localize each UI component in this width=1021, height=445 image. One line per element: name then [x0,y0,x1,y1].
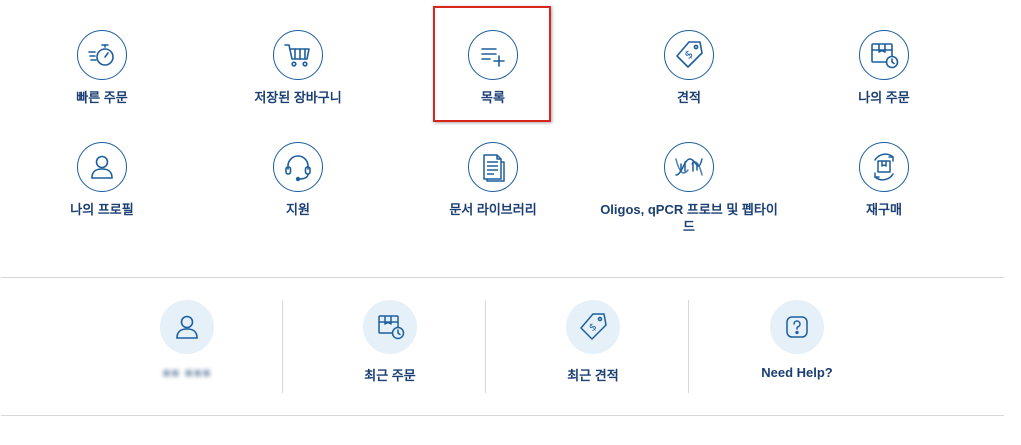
reorder-box-icon [859,142,909,192]
cart-icon [273,30,323,80]
svg-text:$: $ [682,47,696,61]
recent-orders-label: 최근 주문 [364,368,416,383]
tile-oligos[interactable]: Oligos, qPCR 프로브 및 펩타이드 [599,142,779,235]
tile-reorder[interactable]: 재구매 [794,142,974,218]
quote-tag-icon: $ [566,300,620,354]
highlight-box [433,6,551,122]
tile-label: 견적 [677,90,701,105]
document-library-icon [468,142,518,192]
profile-name: ■■ ■■■ [87,365,287,380]
need-help[interactable]: Need Help? [697,300,897,380]
tile-label: 나의 프로필 [70,202,134,217]
avatar [160,300,214,354]
box-clock-icon [363,300,417,354]
tile-label: Oligos, qPCR 프로브 및 펩타이드 [600,202,778,234]
need-help-label: Need Help? [761,365,833,380]
svg-text:$: $ [587,321,599,334]
quick-order-icon [77,30,127,80]
tile-label: 재구매 [866,202,902,217]
divider-bottom [1,415,1004,416]
separator [688,300,689,393]
tile-quotes[interactable]: $ 견적 [599,30,779,106]
quote-tag-icon: $ [664,30,714,80]
tile-label: 나의 주문 [858,90,910,105]
tile-my-profile[interactable]: 나의 프로필 [12,142,192,218]
recent-quotes[interactable]: $ 최근 견적 [493,300,693,384]
tile-saved-cart[interactable]: 저장된 장바구니 [208,30,388,106]
tile-label: 저장된 장바구니 [254,90,342,105]
tile-document-library[interactable]: 문서 라이브러리 [403,142,583,218]
box-clock-icon [859,30,909,80]
profile-name-text: ■■ ■■■ [162,365,212,380]
tile-support[interactable]: 지원 [208,142,388,218]
user-icon [77,142,127,192]
tile-my-orders[interactable]: 나의 주문 [794,30,974,106]
tile-label: 지원 [286,202,310,217]
recent-quotes-label: 최근 견적 [567,368,619,383]
divider-top [1,277,1004,278]
tile-quick-order[interactable]: 빠른 주문 [12,30,192,106]
help-icon [770,300,824,354]
separator [282,300,283,393]
dna-icon [664,142,714,192]
separator [485,300,486,393]
profile-summary[interactable]: ■■ ■■■ [87,300,287,380]
tile-label: 문서 라이브러리 [449,202,537,217]
headset-icon [273,142,323,192]
tile-label: 빠른 주문 [76,90,128,105]
recent-orders[interactable]: 최근 주문 [290,300,490,384]
